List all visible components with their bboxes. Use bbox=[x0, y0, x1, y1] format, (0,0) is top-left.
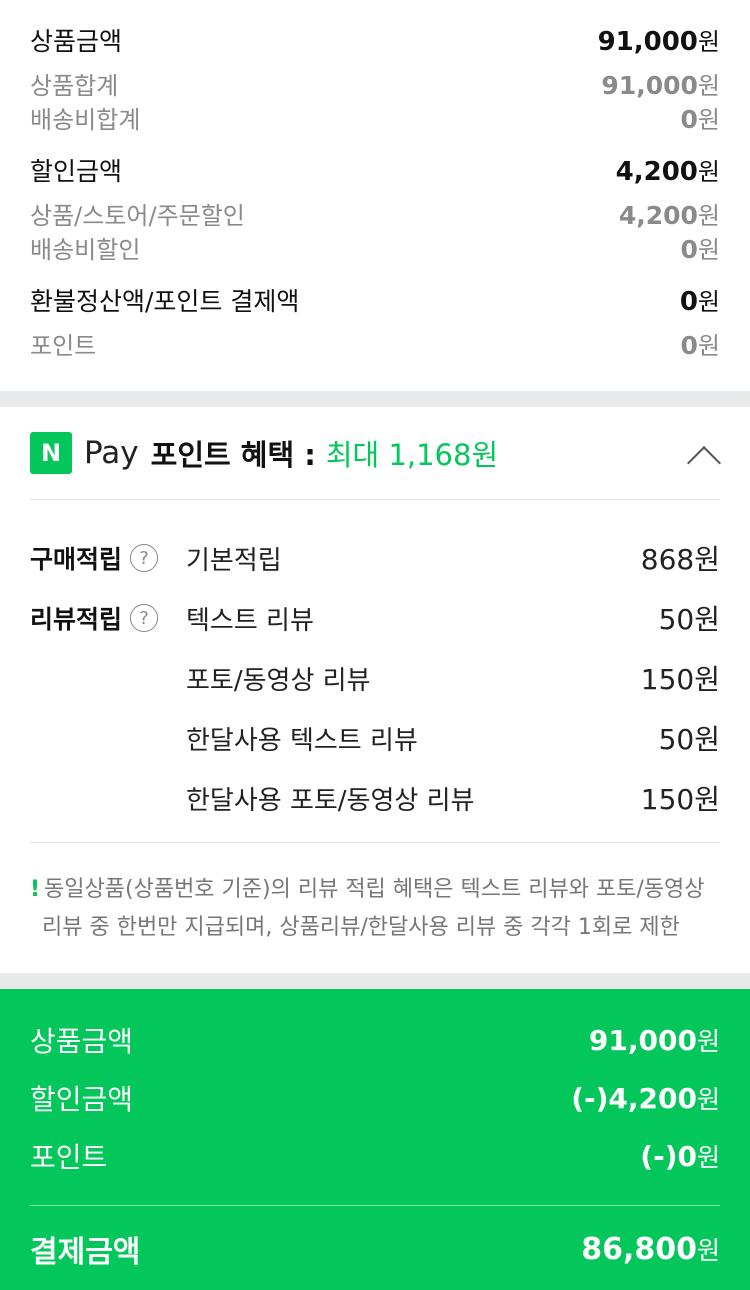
npay-benefit-header[interactable]: N Pay 포인트 혜택 : 최대 1,168원 bbox=[30, 407, 720, 500]
benefit-max: 최대 1,168원 bbox=[325, 438, 499, 472]
refund-group: 환불정산액/포인트 결제액 0원 포인트 0원 bbox=[30, 282, 720, 360]
accrual-name: 한달사용 텍스트 리뷰 bbox=[186, 725, 418, 756]
accrual-name: 기본적립 bbox=[186, 545, 282, 576]
final-product-label: 상품금액 bbox=[30, 1025, 134, 1058]
payment-total-section: 상품금액 91,000원 할인금액 (-)4,200원 포인트 (-)0원 결제… bbox=[0, 989, 750, 1290]
final-point-value: (-)0원 bbox=[640, 1140, 720, 1173]
notice-exclamation: ! bbox=[30, 877, 41, 902]
product-total-label: 상품합계 bbox=[30, 72, 119, 100]
accrual-value: 868원 bbox=[640, 543, 720, 576]
product-amount-value: 91,000원 bbox=[597, 27, 720, 57]
shipping-total-row: 배송비합계 0원 bbox=[30, 100, 720, 134]
category-label: 구매적립 bbox=[30, 545, 123, 574]
final-discount-label: 할인금액 bbox=[30, 1083, 134, 1116]
accrual-row: 포토/동영상 리뷰 150원 bbox=[30, 648, 720, 708]
accrual-row: 한달사용 포토/동영상 리뷰 150원 bbox=[30, 768, 720, 828]
product-amount-label: 상품금액 bbox=[30, 27, 123, 56]
final-product-row: 상품금액 91,000원 bbox=[30, 1011, 720, 1069]
final-total-label: 결제금액 bbox=[30, 1235, 141, 1270]
npay-benefit-section: N Pay 포인트 혜택 : 최대 1,168원 구매적립 ? 기본적립 868… bbox=[0, 407, 750, 973]
category-label: 리뷰적립 bbox=[30, 605, 123, 634]
store-discount-label: 상품/스토어/주문할인 bbox=[30, 202, 245, 230]
final-total-row: 결제금액 86,800원 bbox=[30, 1220, 720, 1278]
store-discount-row: 상품/스토어/주문할인 4,200원 bbox=[30, 196, 720, 230]
accrual-name: 포토/동영상 리뷰 bbox=[186, 665, 371, 696]
accrual-row: 구매적립 ? 기본적립 868원 bbox=[30, 528, 720, 588]
refund-label: 환불정산액/포인트 결제액 bbox=[30, 287, 300, 316]
final-discount-row: 할인금액 (-)4,200원 bbox=[30, 1069, 720, 1127]
benefit-title: 포인트 혜택 : bbox=[150, 438, 316, 472]
discount-row: 할인금액 4,200원 bbox=[30, 152, 720, 196]
final-point-row: 포인트 (-)0원 bbox=[30, 1127, 720, 1185]
accrual-category: 구매적립 ? bbox=[30, 540, 186, 576]
accrual-name: 텍스트 리뷰 bbox=[186, 605, 314, 636]
accrual-value: 50원 bbox=[658, 603, 720, 636]
section-divider bbox=[0, 973, 750, 989]
accrual-value: 50원 bbox=[658, 723, 720, 756]
accrual-value: 150원 bbox=[640, 783, 720, 816]
point-value: 0원 bbox=[680, 331, 721, 360]
discount-label: 할인금액 bbox=[30, 157, 123, 186]
order-summary: 상품금액 91,000원 상품합계 91,000원 배송비합계 0원 할인금액 … bbox=[0, 0, 750, 391]
product-total-value: 91,000원 bbox=[601, 71, 720, 100]
accrual-name: 한달사용 포토/동영상 리뷰 bbox=[186, 785, 475, 816]
product-amount-row: 상품금액 91,000원 bbox=[30, 22, 720, 66]
accrual-category: 리뷰적립 ? bbox=[30, 600, 186, 636]
shipping-discount-label: 배송비할인 bbox=[30, 236, 141, 264]
discount-group: 할인금액 4,200원 상품/스토어/주문할인 4,200원 배송비할인 0원 bbox=[30, 152, 720, 264]
section-divider bbox=[0, 391, 750, 407]
discount-value: 4,200원 bbox=[615, 157, 720, 187]
point-label: 포인트 bbox=[30, 332, 97, 360]
accrual-row: 한달사용 텍스트 리뷰 50원 bbox=[30, 708, 720, 768]
review-notice: ! 동일상품(상품번호 기준)의 리뷰 적립 혜택은 텍스트 리뷰와 포토/동영상… bbox=[30, 843, 720, 973]
help-icon[interactable]: ? bbox=[130, 604, 159, 632]
final-total-value: 86,800원 bbox=[581, 1232, 720, 1267]
final-product-value: 91,000원 bbox=[588, 1024, 720, 1057]
final-point-label: 포인트 bbox=[30, 1141, 108, 1174]
pay-word: Pay bbox=[84, 435, 139, 471]
shipping-discount-value: 0원 bbox=[680, 235, 721, 264]
help-icon[interactable]: ? bbox=[130, 544, 159, 572]
notice-line-2: 리뷰 중 한번만 지급되며, 상품리뷰/한달사용 리뷰 중 각각 1회로 제한 bbox=[42, 915, 680, 940]
accrual-row: 리뷰적립 ? 텍스트 리뷰 50원 bbox=[30, 588, 720, 648]
shipping-total-label: 배송비합계 bbox=[30, 106, 141, 134]
shipping-discount-row: 배송비할인 0원 bbox=[30, 230, 720, 264]
notice-line-1: 동일상품(상품번호 기준)의 리뷰 적립 혜택은 텍스트 리뷰와 포토/동영상 bbox=[44, 877, 705, 902]
product-total-row: 상품합계 91,000원 bbox=[30, 66, 720, 100]
product-amount-group: 상품금액 91,000원 상품합계 91,000원 배송비합계 0원 bbox=[30, 22, 720, 134]
refund-row: 환불정산액/포인트 결제액 0원 bbox=[30, 282, 720, 326]
chevron-up-icon[interactable] bbox=[690, 443, 716, 469]
store-discount-value: 4,200원 bbox=[618, 201, 720, 230]
total-divider bbox=[30, 1205, 720, 1206]
refund-value: 0원 bbox=[679, 287, 720, 317]
accrual-value: 150원 bbox=[640, 663, 720, 696]
shipping-total-value: 0원 bbox=[680, 105, 721, 134]
naver-n-logo: N bbox=[30, 432, 72, 474]
point-row: 포인트 0원 bbox=[30, 326, 720, 360]
accrual-list: 구매적립 ? 기본적립 868원 리뷰적립 ? 텍스트 리뷰 50원 포토/동영… bbox=[30, 500, 720, 843]
final-discount-value: (-)4,200원 bbox=[571, 1082, 720, 1115]
